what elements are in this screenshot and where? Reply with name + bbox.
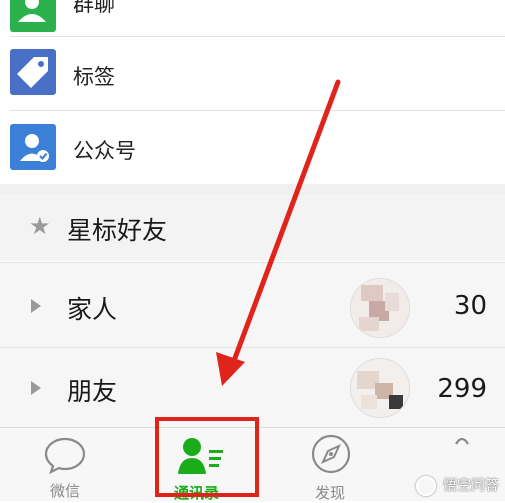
group-chats-label: 群聊 <box>73 0 115 16</box>
tab-chats-label: 微信 <box>50 482 81 500</box>
watermark-logo-icon <box>415 476 436 496</box>
star-icon: ★ <box>29 212 51 240</box>
watermark-text: 悟空问答 <box>443 478 499 494</box>
group-family-row[interactable]: 家人 30 <box>0 263 505 347</box>
group-chats-row[interactable]: 群聊 <box>0 0 505 32</box>
starred-friends-label: 星标好友 <box>67 216 168 245</box>
avatar <box>350 278 410 338</box>
person-icon <box>455 437 469 445</box>
watermark: 悟空问答 <box>415 475 499 496</box>
official-account-icon <box>10 124 56 170</box>
tab-chats[interactable]: 微信 <box>26 428 106 501</box>
tab-discover[interactable]: 发现 <box>292 428 372 502</box>
section-separator <box>0 184 505 194</box>
group-friends-row[interactable]: 朋友 299 <box>0 348 505 427</box>
official-accounts-row[interactable]: 公众号 <box>0 111 505 184</box>
group-friends-label: 朋友 <box>67 377 118 406</box>
group-friends-count: 299 <box>437 374 487 404</box>
tags-label: 标签 <box>73 65 115 89</box>
expand-arrow-icon[interactable] <box>31 299 41 313</box>
group-chat-icon <box>10 0 56 32</box>
expand-arrow-icon[interactable] <box>31 381 41 395</box>
group-family-count: 30 <box>453 291 487 321</box>
official-accounts-label: 公众号 <box>73 139 136 163</box>
chat-bubble-icon <box>44 437 86 474</box>
starred-friends-row[interactable]: ★ 星标好友 <box>0 194 505 261</box>
compass-icon <box>311 434 351 474</box>
group-family-label: 家人 <box>67 295 118 324</box>
tags-row[interactable]: 标签 <box>0 37 505 110</box>
highlight-box <box>155 417 259 497</box>
avatar <box>350 358 410 418</box>
tag-icon <box>10 49 56 95</box>
